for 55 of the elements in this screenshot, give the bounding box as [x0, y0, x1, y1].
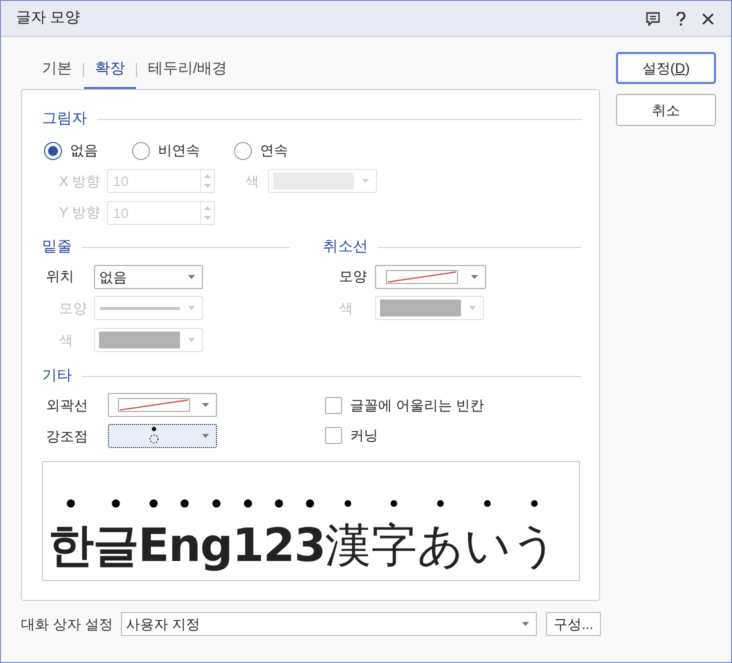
strike-line-swatch-icon: [386, 270, 458, 284]
caret-icon: [188, 338, 194, 342]
comment-icon[interactable]: [646, 12, 660, 26]
field-label: 강조점: [46, 427, 88, 446]
emphasis-dropdown[interactable]: [108, 424, 217, 448]
section-title: 취소선: [323, 237, 368, 257]
strike-line-swatch-icon: [118, 398, 190, 412]
close-icon[interactable]: [702, 12, 714, 24]
caret-icon: [522, 622, 528, 626]
spin-arrows-icon: [204, 206, 211, 220]
settings-dropdown[interactable]: 사용자 지정: [121, 612, 537, 636]
field-label: X 방향: [59, 172, 100, 191]
radio-label: 비연속: [158, 141, 200, 160]
field-label: 색: [245, 172, 259, 191]
line-style-icon: [100, 306, 180, 310]
preview-text: 漢字あいう: [325, 517, 558, 572]
tab[interactable]: 기본: [31, 51, 83, 89]
configure-button[interactable]: 구성...: [546, 612, 601, 636]
field-label: 모양: [59, 299, 87, 318]
help-icon[interactable]: [676, 12, 686, 26]
checkbox[interactable]: [325, 397, 342, 414]
field-label: 위치: [46, 267, 74, 286]
spin-arrows-icon: [204, 174, 211, 188]
field-label: Y 방향: [59, 203, 100, 222]
caret-icon: [202, 403, 208, 407]
emphasis-dot-icon: [148, 426, 158, 446]
dialog-button[interactable]: 취소: [616, 94, 716, 126]
caret-icon: [468, 306, 476, 310]
caret-icon: [362, 179, 368, 183]
caret-icon: [470, 275, 478, 279]
radio-label: 연속: [260, 141, 288, 160]
line-style-dropdown[interactable]: [375, 265, 486, 289]
outline-dropdown[interactable]: [108, 393, 217, 417]
tab[interactable]: 테두리/배경: [137, 51, 238, 89]
color-dropdown[interactable]: [268, 169, 377, 193]
checkbox[interactable]: [325, 427, 342, 444]
window-title: 글자 모양: [16, 8, 82, 28]
section-title: 기타: [42, 366, 72, 386]
field-label: 색: [339, 299, 353, 318]
dialog-button[interactable]: 설정(D): [616, 52, 716, 84]
color-swatch-icon: [99, 331, 180, 349]
section-title: 밑줄: [42, 237, 72, 257]
checkbox-label: 커닝: [350, 426, 378, 445]
field-label: 모양: [339, 267, 367, 286]
radio-label: 없음: [70, 141, 98, 160]
caret-icon: [202, 434, 208, 438]
field-label: 대화 상자 설정: [21, 614, 114, 634]
color-swatch-icon: [380, 299, 461, 317]
section-title: 그림자: [42, 109, 87, 129]
field-label: 외곽선: [46, 396, 88, 415]
caret-icon: [188, 306, 194, 310]
preview-text: 한글Eng123: [48, 517, 326, 572]
field-label: 색: [59, 331, 73, 350]
checkbox-label: 글꼴에 어울리는 빈칸: [350, 396, 484, 415]
caret-icon: [188, 275, 194, 279]
